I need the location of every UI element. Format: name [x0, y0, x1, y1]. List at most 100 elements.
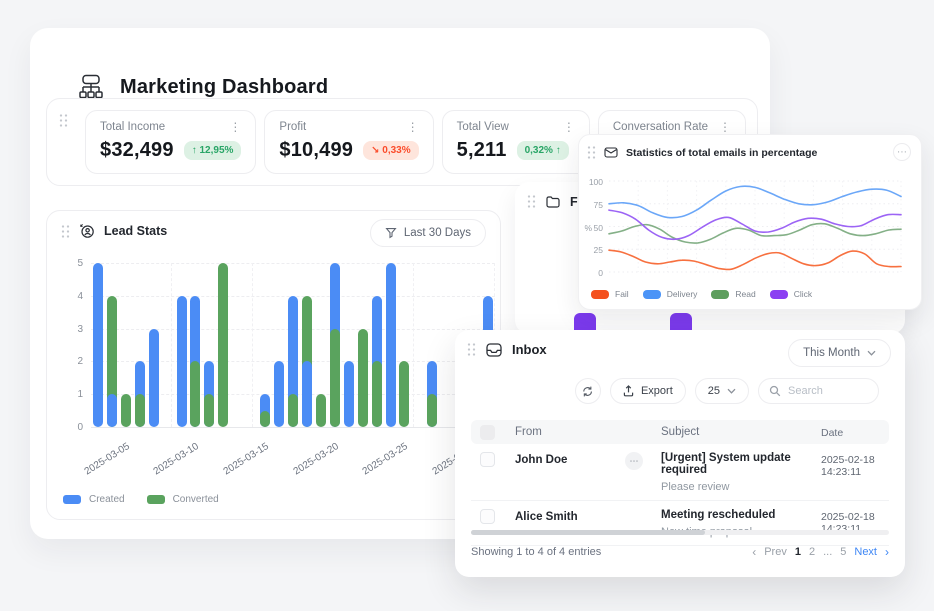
bar-slot[interactable] [399, 263, 409, 427]
row-checkbox[interactable] [480, 452, 495, 467]
table-row[interactable]: Alice SmithMeeting rescheduledNew time p… [471, 501, 889, 546]
email-y-axis-label: 75 [585, 200, 603, 210]
month-filter-label: This Month [803, 347, 860, 359]
pagination-item-prev[interactable]: Prev [764, 546, 787, 558]
select-all-checkbox[interactable] [480, 425, 495, 440]
converted-bar [372, 361, 382, 427]
row-menu-icon[interactable]: ⋯ [625, 452, 643, 470]
bar-slot[interactable] [427, 263, 437, 427]
stat-card: Profit⋮$10,499↘ 0,33% [264, 110, 433, 174]
legend-swatch [591, 290, 609, 299]
gridline [413, 263, 414, 427]
converted-bar [330, 329, 340, 427]
sitemap-icon [76, 74, 106, 100]
bar-slot[interactable] [386, 263, 396, 427]
drag-handle-icon[interactable] [527, 194, 536, 209]
pagination-item-[interactable]: ‹ [752, 545, 756, 559]
inbox-card: Inbox This Month Export 25 [455, 330, 905, 577]
scrollbar-thumb[interactable] [471, 530, 705, 535]
horizontal-scrollbar[interactable] [471, 530, 889, 535]
bar-slot[interactable] [177, 263, 187, 427]
created-bar [177, 296, 187, 427]
stat-card: Total View⋮5,2110,32% ↑ [442, 110, 590, 174]
created-bar [386, 263, 396, 427]
bar-slot[interactable] [372, 263, 382, 427]
column-header-from: From [515, 426, 625, 438]
email-y-axis-label: 0 [585, 268, 603, 278]
bar-slot[interactable] [260, 263, 270, 427]
legend-item: Converted [147, 494, 219, 505]
bar-slot[interactable] [135, 263, 145, 427]
bar-slot[interactable] [204, 263, 214, 427]
legend-swatch [643, 290, 661, 299]
inbox-header: Inbox [467, 342, 547, 357]
bar-slot[interactable] [107, 263, 117, 427]
converted-bar [121, 394, 131, 427]
legend-label: Created [89, 494, 125, 505]
kebab-menu-icon[interactable]: ⋮ [407, 122, 419, 132]
month-filter-button[interactable]: This Month [788, 339, 891, 367]
x-axis-label: 2025-03-10 [145, 441, 202, 482]
page-size-value: 25 [708, 385, 720, 397]
cell-date: 2025-02-18 14:23:11 [821, 452, 889, 478]
search-input-wrap [758, 378, 879, 404]
y-axis-label: 1 [65, 389, 83, 400]
showing-entries-text: Showing 1 to 4 of 4 entries [471, 546, 601, 558]
legend-item: Read [711, 289, 755, 299]
kebab-menu-icon[interactable]: ⋮ [719, 122, 731, 132]
export-button[interactable]: Export [610, 378, 686, 404]
bar-slot[interactable] [190, 263, 200, 427]
bar-slot[interactable] [121, 263, 131, 427]
bar-slot[interactable] [218, 263, 228, 427]
bar-slot[interactable] [288, 263, 298, 427]
bar-slot[interactable] [274, 263, 284, 427]
kebab-menu-icon[interactable]: ⋮ [563, 122, 575, 132]
refresh-icon [581, 385, 594, 398]
bar-slot[interactable] [358, 263, 368, 427]
created-bar [93, 263, 103, 427]
created-bar [149, 329, 159, 427]
row-checkbox[interactable] [480, 509, 495, 524]
bar-slot[interactable] [302, 263, 312, 427]
stat-card-value: $32,499 [100, 139, 174, 162]
kebab-menu-icon[interactable]: ⋮ [229, 122, 241, 132]
last-30-days-filter-button[interactable]: Last 30 Days [370, 219, 486, 247]
converted-bar [190, 361, 200, 427]
gridline [171, 263, 172, 427]
legend-label: Click [794, 289, 812, 299]
pagination-item-next[interactable]: Next [854, 546, 877, 558]
bar-slot[interactable] [344, 263, 354, 427]
export-icon [623, 385, 634, 397]
converted-bar [288, 394, 298, 427]
stat-card: Total Income⋮$32,499↑ 12,95% [85, 110, 256, 174]
legend-swatch [711, 290, 729, 299]
legend-item: Fail [591, 289, 629, 299]
drag-handle-icon[interactable] [59, 113, 68, 128]
pagination-item-5[interactable]: 5 [840, 546, 846, 558]
created-bar [344, 361, 354, 427]
pagination-item-[interactable]: › [885, 545, 889, 559]
app-header: Marketing Dashboard [76, 74, 328, 100]
search-input[interactable] [788, 385, 872, 397]
drag-handle-icon[interactable] [467, 342, 476, 357]
pagination-item-2[interactable]: 2 [809, 546, 815, 558]
refresh-button[interactable] [575, 378, 601, 404]
bar-slot[interactable] [316, 263, 326, 427]
legend-label: Delivery [667, 289, 698, 299]
cell-from: Alice Smith [515, 509, 625, 523]
stat-change-badge: ↘ 0,33% [363, 141, 419, 160]
drag-handle-icon[interactable] [61, 224, 70, 239]
inbox-toolbar: Export 25 [575, 378, 879, 404]
table-row[interactable]: John Doe⋯[Urgent] System update required… [471, 444, 889, 501]
column-header-date: Date [821, 425, 889, 439]
converted-bar [358, 329, 368, 427]
stat-change-badge: 0,32% ↑ [517, 141, 569, 160]
page-size-select[interactable]: 25 [695, 378, 749, 404]
pagination-item-1[interactable]: 1 [795, 546, 801, 558]
stat-card-label: Total Income [100, 121, 165, 133]
bar-slot[interactable] [93, 263, 103, 427]
filter-label: Last 30 Days [404, 227, 471, 239]
bar-slot[interactable] [330, 263, 340, 427]
gridline [91, 427, 495, 428]
bar-slot[interactable] [149, 263, 159, 427]
